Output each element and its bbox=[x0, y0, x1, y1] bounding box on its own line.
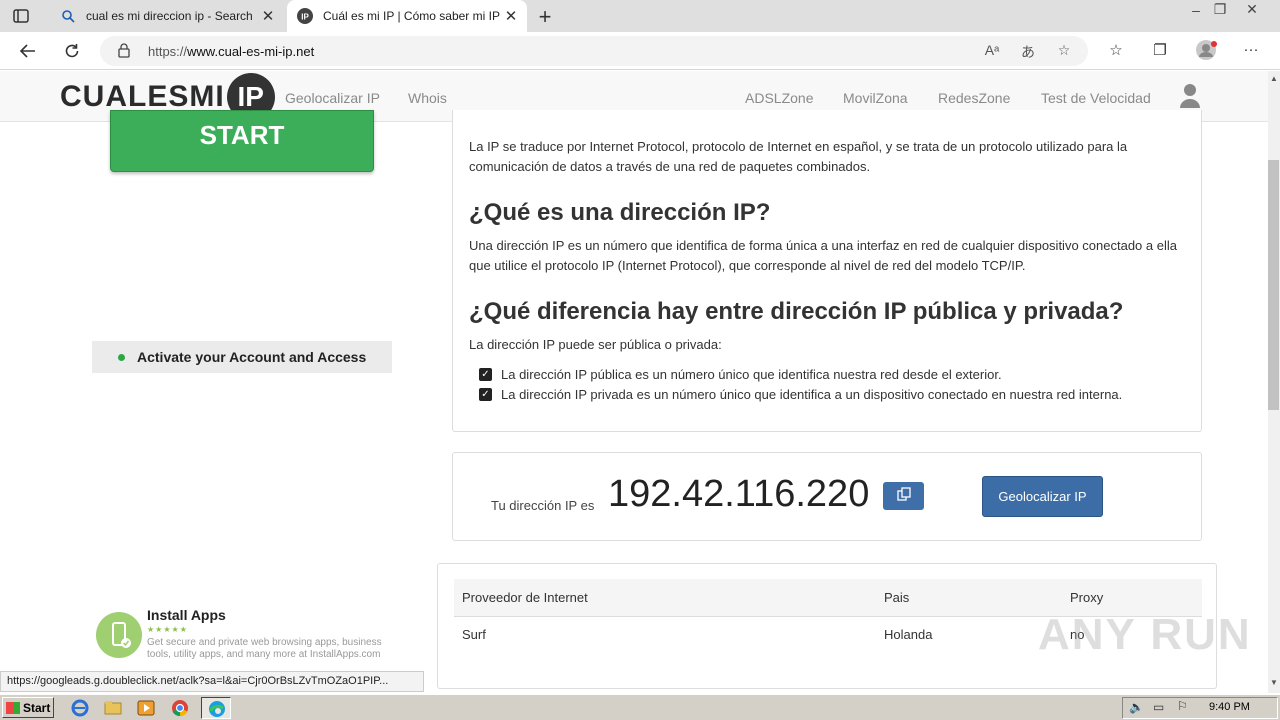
start-menu-button[interactable]: Start bbox=[2, 697, 54, 718]
tab-title: cual es mi direccion ip - Search bbox=[86, 9, 253, 23]
refresh-icon[interactable] bbox=[60, 39, 84, 63]
ip-favicon-icon: IP bbox=[297, 8, 313, 24]
new-tab-icon[interactable]: + bbox=[533, 4, 557, 30]
table-cell: Holanda bbox=[884, 626, 933, 642]
clock: 9:40 PM bbox=[1209, 701, 1250, 713]
nav-test-velocidad[interactable]: Test de Velocidad bbox=[1041, 90, 1151, 106]
lock-icon bbox=[118, 43, 130, 63]
ip-address-value: 192.42.116.220 bbox=[608, 473, 870, 515]
edge-taskbar-button[interactable] bbox=[201, 697, 231, 719]
install-apps-title: Install Apps bbox=[147, 607, 226, 623]
rating-stars: ★★★★★ bbox=[147, 625, 188, 634]
activate-label: Activate your Account and Access bbox=[137, 349, 367, 365]
ip-info-card: La IP se traduce por Internet Protocol, … bbox=[452, 110, 1202, 432]
tab-cual-es-mi-ip[interactable]: IP Cuál es mi IP | Cómo saber mi IP ✕ bbox=[287, 0, 527, 32]
nav-whois[interactable]: Whois bbox=[408, 90, 447, 106]
nav-adslzone[interactable]: ADSLZone bbox=[745, 90, 813, 106]
address-bar: https://www.cual-es-mi-ip.net A͏ᵃ あ ☆ ☆ … bbox=[0, 32, 1280, 70]
ip-address-card: Tu dirección IP es 192.42.116.220 Geoloc… bbox=[452, 452, 1202, 541]
anyrun-watermark: ANY RUN bbox=[1038, 610, 1252, 659]
favorites-icon[interactable]: ☆ bbox=[1105, 41, 1127, 63]
checkbox-checked-icon: ✓ bbox=[479, 368, 492, 381]
logo-text: CUALESMI bbox=[60, 79, 225, 113]
network-icon[interactable]: ▭ bbox=[1153, 700, 1164, 714]
install-apps-ad[interactable]: Install Apps ★★★★★ Get secure and privat… bbox=[96, 605, 396, 665]
heading-que-es-ip: ¿Qué es una dirección IP? bbox=[469, 199, 771, 226]
add-favorite-icon[interactable]: ☆ bbox=[1054, 42, 1074, 62]
media-player-icon[interactable] bbox=[136, 698, 158, 718]
close-tab-icon[interactable]: ✕ bbox=[501, 7, 521, 25]
green-dot-icon bbox=[118, 353, 125, 361]
nav-movilzona[interactable]: MovilZona bbox=[843, 90, 908, 106]
start-ad-button[interactable]: START bbox=[110, 110, 374, 172]
profile-avatar[interactable] bbox=[1195, 39, 1217, 61]
minimize-icon[interactable]: – bbox=[1184, 2, 1208, 20]
url-text: https://www.cual-es-mi-ip.net bbox=[148, 44, 315, 59]
edge-icon bbox=[207, 699, 227, 720]
list-item: ✓ La dirección IP pública es un número ú… bbox=[479, 367, 1002, 382]
volume-icon[interactable]: 🔈 bbox=[1129, 700, 1144, 714]
intro-paragraph: La IP se traduce por Internet Protocol, … bbox=[469, 139, 1128, 174]
folder-icon[interactable] bbox=[103, 698, 125, 718]
tab-bar: cual es mi direccion ip - Search ✕ IP Cu… bbox=[0, 0, 1280, 32]
settings-more-icon[interactable]: ··· bbox=[1240, 41, 1262, 63]
restore-icon[interactable]: ❐ bbox=[1208, 1, 1232, 19]
svg-text:IP: IP bbox=[301, 13, 309, 22]
collections-icon[interactable]: ❐ bbox=[1149, 41, 1171, 63]
status-bar-link: https://googleads.g.doubleclick.net/aclk… bbox=[0, 671, 424, 692]
list-item: ✓ La dirección IP privada es un número ú… bbox=[479, 387, 1122, 402]
tab-actions-icon[interactable] bbox=[12, 7, 30, 25]
back-icon[interactable] bbox=[16, 39, 40, 63]
system-tray: 🔈 ▭ ⚐ bbox=[1122, 697, 1278, 719]
install-apps-logo-icon bbox=[96, 612, 142, 658]
chrome-icon[interactable] bbox=[170, 698, 192, 718]
ip-label: Tu dirección IP es bbox=[491, 498, 595, 513]
search-icon bbox=[60, 8, 76, 24]
flag-icon[interactable]: ⚐ bbox=[1177, 699, 1188, 713]
translate-icon[interactable]: あ bbox=[1018, 42, 1038, 62]
nav-redeszone[interactable]: RedesZone bbox=[938, 90, 1010, 106]
paragraph-que-es-ip: Una dirección IP es un número que identi… bbox=[469, 238, 1177, 273]
copy-ip-button[interactable] bbox=[883, 482, 924, 510]
heading-diferencia: ¿Qué diferencia hay entre dirección IP p… bbox=[469, 298, 1124, 325]
copy-icon bbox=[896, 486, 911, 506]
checkbox-checked-icon: ✓ bbox=[479, 388, 492, 401]
install-apps-description: Get secure and private web browsing apps… bbox=[147, 637, 382, 660]
taskbar: Start 🔈 ▭ ⚐ 9:40 PM bbox=[0, 694, 1280, 720]
url-input[interactable]: https://www.cual-es-mi-ip.net A͏ᵃ あ ☆ bbox=[100, 36, 1088, 66]
tab-search[interactable]: cual es mi direccion ip - Search ✕ bbox=[50, 0, 284, 32]
scroll-up-icon[interactable]: ▲ bbox=[1268, 74, 1280, 83]
close-window-icon[interactable]: ✕ bbox=[1240, 1, 1264, 19]
column-header: Pais bbox=[876, 579, 1062, 617]
ie-icon[interactable] bbox=[70, 698, 92, 718]
column-header: Proveedor de Internet bbox=[454, 579, 876, 617]
geolocalizar-ip-button[interactable]: Geolocalizar IP bbox=[982, 476, 1103, 517]
read-aloud-icon[interactable]: A͏ᵃ bbox=[982, 42, 1002, 62]
windows-logo-icon bbox=[6, 701, 20, 714]
table-cell: Surf bbox=[462, 626, 486, 642]
close-tab-icon[interactable]: ✕ bbox=[258, 7, 278, 25]
paragraph-diferencia: La dirección IP puede ser pública o priv… bbox=[469, 337, 722, 352]
scrollbar-thumb[interactable] bbox=[1268, 160, 1279, 410]
nav-geolocalizar-ip[interactable]: Geolocalizar IP bbox=[285, 90, 380, 106]
activate-account-ad[interactable]: Activate your Account and Access bbox=[92, 341, 392, 373]
scroll-down-icon[interactable]: ▼ bbox=[1268, 678, 1280, 687]
tab-title: Cuál es mi IP | Cómo saber mi IP bbox=[323, 9, 500, 23]
